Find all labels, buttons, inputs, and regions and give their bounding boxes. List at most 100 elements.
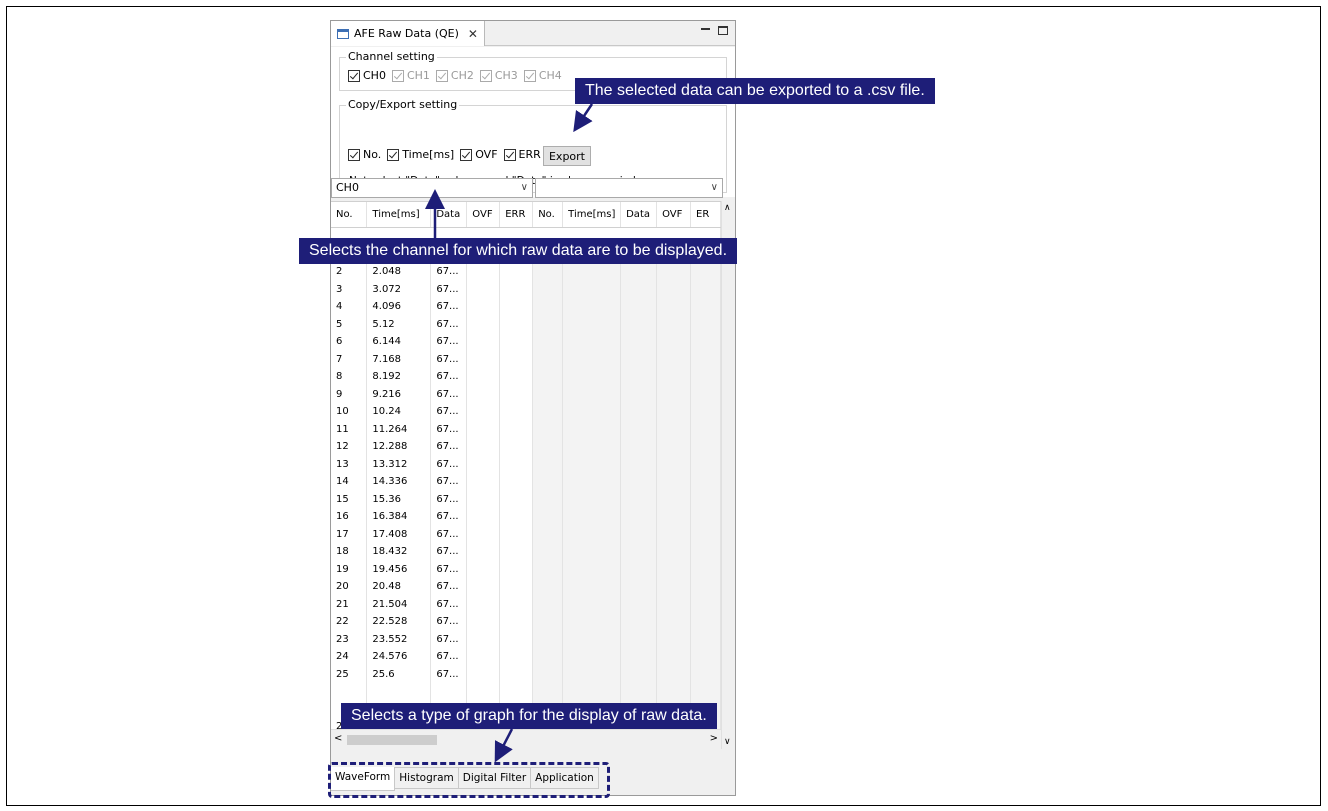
chevron-left-icon[interactable]: <: [334, 733, 342, 744]
table-row[interactable]: 23 23.552 67...: [331, 630, 721, 648]
channel-select-value: CH0: [336, 181, 359, 194]
table-cell-empty: [690, 508, 721, 526]
table-row[interactable]: 25 25.6 67...: [331, 665, 721, 683]
table-row[interactable]: 14 14.336 67...: [331, 473, 721, 491]
table-row[interactable]: 13 13.312 67...: [331, 455, 721, 473]
table-row[interactable]: 6 6.144 67...: [331, 333, 721, 351]
channel-select-2[interactable]: ∨: [535, 178, 723, 198]
horizontal-scrollbar[interactable]: < >: [331, 729, 721, 749]
column-header[interactable]: ER: [690, 202, 721, 228]
table-cell: 6: [331, 333, 368, 351]
close-icon[interactable]: ✕: [468, 27, 478, 41]
table-cell-empty: [499, 630, 534, 648]
export-callout: The selected data can be exported to a .…: [575, 78, 935, 104]
table-cell-empty: [562, 420, 622, 438]
checkbox-icon: [435, 69, 448, 82]
column-header[interactable]: Time[ms]: [366, 202, 432, 228]
export-checkbox-err[interactable]: ERR: [503, 148, 541, 161]
table-cell-empty: [690, 280, 721, 298]
table-row[interactable]: 17 17.408 67...: [331, 525, 721, 543]
channel-select[interactable]: CH0 ∨: [331, 178, 533, 198]
table-cell-empty: [620, 438, 658, 456]
table-row[interactable]: 24 24.576 67...: [331, 648, 721, 666]
export-button[interactable]: Export: [543, 146, 591, 166]
raw-data-table: No. Time[ms] Data OVF ERR No. Time[ms] D…: [331, 201, 721, 729]
table-row[interactable]: 4 4.096 67...: [331, 298, 721, 316]
table-cell: 67...: [430, 473, 468, 491]
table-cell-empty: [499, 298, 534, 316]
column-header[interactable]: No.: [532, 202, 564, 228]
minimize-icon[interactable]: [701, 25, 711, 35]
table-row[interactable]: 11 11.264 67...: [331, 420, 721, 438]
table-row[interactable]: 8 8.192 67...: [331, 368, 721, 386]
table-cell-empty: [620, 473, 658, 491]
chevron-right-icon[interactable]: >: [710, 733, 718, 744]
table-cell: 67...: [430, 263, 468, 281]
maximize-icon[interactable]: [718, 26, 728, 35]
column-header[interactable]: OVF: [656, 202, 691, 228]
table-row[interactable]: 9 9.216 67...: [331, 385, 721, 403]
vertical-scrollbar[interactable]: ∧ ∨: [721, 201, 735, 749]
chevron-up-icon[interactable]: ∧: [724, 203, 731, 213]
table-cell: 17: [331, 525, 368, 543]
table-cell-empty: [562, 455, 622, 473]
table-cell-empty: [620, 368, 658, 386]
table-cell-empty: [499, 315, 534, 333]
table-row[interactable]: 2 2.048 67...: [331, 263, 721, 281]
export-checkbox-ovf[interactable]: OVF: [460, 148, 498, 161]
table-row[interactable]: 20 20.48 67...: [331, 578, 721, 596]
table-cell-empty: [532, 368, 564, 386]
table-cell-empty: [562, 403, 622, 421]
table-cell: 4.096: [366, 298, 432, 316]
table-cell-empty: [466, 403, 501, 421]
table-cell-empty: [562, 595, 622, 613]
table-row[interactable]: 21 21.504 67...: [331, 595, 721, 613]
table-row[interactable]: 15 15.36 67...: [331, 490, 721, 508]
table-cell-empty: [499, 595, 534, 613]
table-cell-empty: [620, 350, 658, 368]
export-checkbox-time[interactable]: Time[ms]: [387, 148, 454, 161]
column-header[interactable]: OVF: [466, 202, 501, 228]
table-cell: 67...: [430, 350, 468, 368]
column-header[interactable]: ERR: [499, 202, 534, 228]
chevron-down-icon[interactable]: ∨: [724, 737, 731, 747]
table-cell-empty: [466, 525, 501, 543]
table-row[interactable]: 18 18.432 67...: [331, 543, 721, 561]
table-cell: 67...: [430, 315, 468, 333]
table-row[interactable]: [331, 683, 721, 701]
column-header[interactable]: Data: [620, 202, 658, 228]
table-row[interactable]: 12 12.288 67...: [331, 438, 721, 456]
table-cell-empty: [656, 508, 691, 526]
table-cell: 21.504: [366, 595, 432, 613]
table-cell-empty: [690, 648, 721, 666]
table-cell-empty: [562, 385, 622, 403]
table-cell-empty: [690, 578, 721, 596]
table-row[interactable]: 10 10.24 67...: [331, 403, 721, 421]
table-cell-empty: [466, 508, 501, 526]
table-cell: 3.072: [366, 280, 432, 298]
column-header[interactable]: No.: [331, 202, 368, 228]
table-row[interactable]: 5 5.12 67...: [331, 315, 721, 333]
channel-checkbox-ch0[interactable]: CH0: [348, 69, 386, 82]
table-cell-empty: [620, 280, 658, 298]
table-cell-empty: [620, 543, 658, 561]
table-row[interactable]: 19 19.456 67...: [331, 560, 721, 578]
table-row[interactable]: 3 3.072 67...: [331, 280, 721, 298]
table-row[interactable]: 22 22.528 67...: [331, 613, 721, 631]
table-cell-empty: [532, 385, 564, 403]
column-header[interactable]: Time[ms]: [562, 202, 622, 228]
column-header[interactable]: Data: [430, 202, 468, 228]
table-cell-empty: [499, 333, 534, 351]
table-cell-empty: [562, 665, 622, 683]
table-cell-empty: [656, 368, 691, 386]
view-tab[interactable]: AFE Raw Data (QE) ✕: [331, 21, 485, 46]
table-row[interactable]: 16 16.384 67...: [331, 508, 721, 526]
table-cell-empty: [562, 525, 622, 543]
export-checkbox-no[interactable]: No.: [348, 148, 381, 161]
scrollbar-thumb[interactable]: [347, 735, 437, 745]
table-row[interactable]: 7 7.168 67...: [331, 350, 721, 368]
graph-tabs-highlight: [328, 762, 610, 798]
table-cell-empty: [562, 613, 622, 631]
table-cell: 67...: [430, 368, 468, 386]
table-cell-empty: [466, 683, 501, 701]
